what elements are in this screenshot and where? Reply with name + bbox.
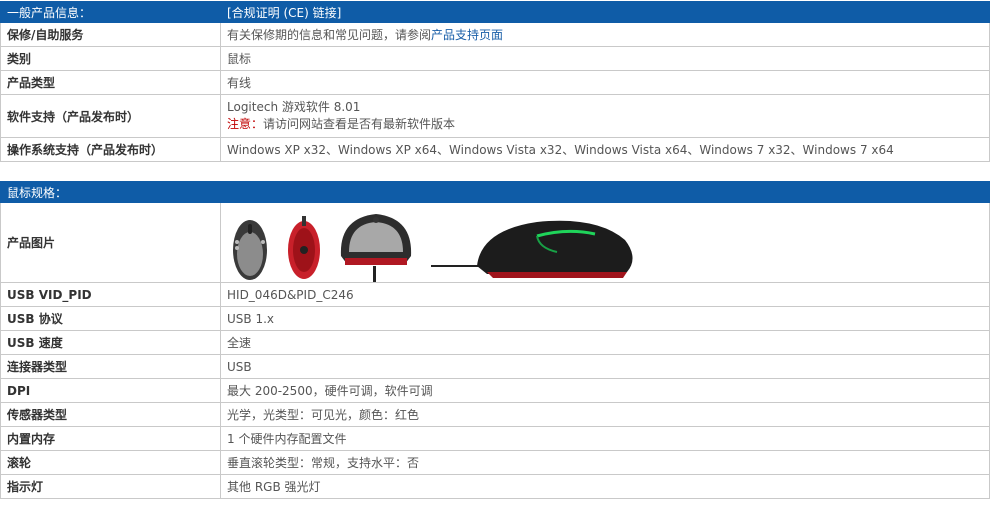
mouse-spec-header: 鼠标规格： [0, 181, 990, 203]
row-value: 有线 [220, 70, 990, 95]
note-text: 请访问网站查看是否有最新软件版本 [263, 117, 456, 131]
mouse-side-view-icon[interactable] [427, 210, 641, 282]
warranty-text: 有关保修期的信息和常见问题，请参阅 [227, 28, 432, 42]
table-row: USB 协议 USB 1.x [0, 306, 990, 331]
product-support-link[interactable]: 产品支持页面 [431, 28, 503, 42]
row-label: 传感器类型 [0, 402, 221, 427]
software-version: Logitech 游戏软件 8.01 [227, 100, 361, 114]
row-value: Windows XP x32、Windows XP x64、Windows Vi… [220, 137, 990, 162]
row-value: 全速 [220, 330, 990, 355]
mouse-bottom-view-icon[interactable] [283, 210, 325, 282]
row-label: 产品图片 [0, 202, 221, 283]
mouse-spec-header-spacer [220, 181, 990, 203]
row-label: DPI [0, 378, 221, 403]
table-row: DPI 最大 200-2500，硬件可调，软件可调 [0, 378, 990, 403]
general-info-header-label: 一般产品信息： [0, 1, 221, 23]
product-images [227, 204, 983, 282]
table-row: 传感器类型 光学，光类型：可见光，颜色：红色 [0, 402, 990, 427]
row-value: 1 个硬件内存配置文件 [220, 426, 990, 451]
row-label: 保修/自助服务 [0, 22, 221, 47]
table-row: 软件支持（产品发布时） Logitech 游戏软件 8.01 注意：请访问网站查… [0, 94, 990, 138]
table-row: 指示灯 其他 RGB 强光灯 [0, 474, 990, 499]
table-row: 连接器类型 USB [0, 354, 990, 379]
row-value: 光学，光类型：可见光，颜色：红色 [220, 402, 990, 427]
row-label: 指示灯 [0, 474, 221, 499]
mouse-front-view-icon[interactable] [335, 206, 417, 282]
software-note: 注意：请访问网站查看是否有最新软件版本 [227, 116, 983, 133]
row-label: 滚轮 [0, 450, 221, 475]
table-row: 滚轮 垂直滚轮类型：常规，支持水平：否 [0, 450, 990, 475]
table-row: 产品图片 [0, 202, 990, 283]
ce-compliance-link[interactable]: [合规证明 (CE) 链接] [220, 1, 990, 23]
row-label: 产品类型 [0, 70, 221, 95]
row-value: 鼠标 [220, 46, 990, 71]
row-label: 连接器类型 [0, 354, 221, 379]
row-value: 其他 RGB 强光灯 [220, 474, 990, 499]
general-info-header: 一般产品信息： [合规证明 (CE) 链接] [0, 1, 990, 23]
row-label: USB VID_PID [0, 282, 221, 307]
row-label: 内置内存 [0, 426, 221, 451]
row-value: Logitech 游戏软件 8.01 注意：请访问网站查看是否有最新软件版本 [220, 94, 990, 138]
general-info-table: 一般产品信息： [合规证明 (CE) 链接] 保修/自助服务 有关保修期的信息和… [0, 1, 990, 162]
mouse-spec-table: 鼠标规格： 产品图片 USB VID_PID HID_046D&PID_C246… [0, 181, 990, 499]
row-label: 类别 [0, 46, 221, 71]
row-value: USB 1.x [220, 306, 990, 331]
table-row: 类别 鼠标 [0, 46, 990, 71]
row-label: 操作系统支持（产品发布时） [0, 137, 221, 162]
row-label: USB 速度 [0, 330, 221, 355]
row-label: USB 协议 [0, 306, 221, 331]
row-value: 有关保修期的信息和常见问题，请参阅产品支持页面 [220, 22, 990, 47]
table-row: USB VID_PID HID_046D&PID_C246 [0, 282, 990, 307]
table-row: 保修/自助服务 有关保修期的信息和常见问题，请参阅产品支持页面 [0, 22, 990, 47]
table-row: 产品类型 有线 [0, 70, 990, 95]
note-label: 注意： [227, 117, 264, 131]
row-label: 软件支持（产品发布时） [0, 94, 221, 138]
row-value: 垂直滚轮类型：常规，支持水平：否 [220, 450, 990, 475]
product-images-cell [220, 202, 990, 283]
mouse-top-view-icon[interactable] [227, 210, 273, 282]
table-row: 内置内存 1 个硬件内存配置文件 [0, 426, 990, 451]
table-row: 操作系统支持（产品发布时） Windows XP x32、Windows XP … [0, 137, 990, 162]
row-value: 最大 200-2500，硬件可调，软件可调 [220, 378, 990, 403]
mouse-spec-header-label: 鼠标规格： [0, 181, 221, 203]
row-value: USB [220, 354, 990, 379]
table-row: USB 速度 全速 [0, 330, 990, 355]
row-value: HID_046D&PID_C246 [220, 282, 990, 307]
